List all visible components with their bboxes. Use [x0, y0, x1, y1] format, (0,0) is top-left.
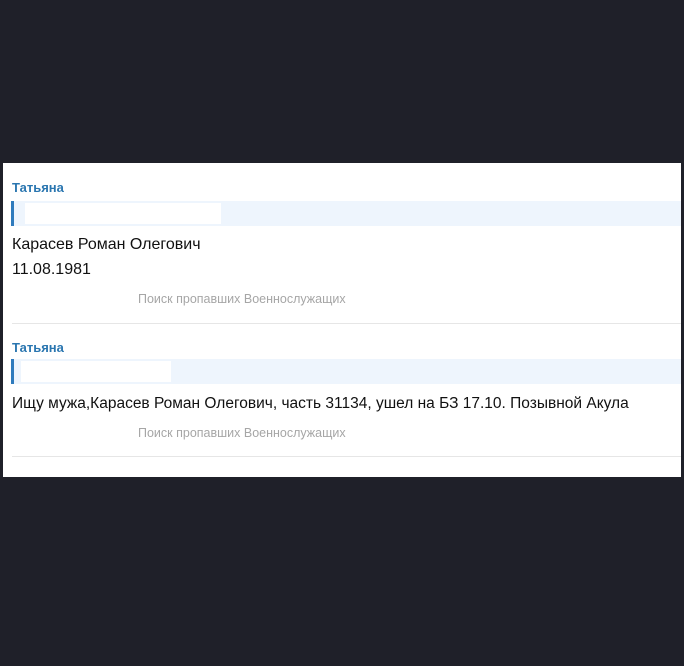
comment-text-line: Ищу мужа,Карасев Роман Олегович, часть 3…	[12, 395, 629, 412]
comment-item: Татьяна Карасев Роман Олегович 11.08.198…	[3, 163, 681, 324]
comment-author-link[interactable]: Татьяна	[12, 180, 64, 195]
comment-divider	[12, 456, 681, 457]
comment-item: Татьяна Ищу мужа,Карасев Роман Олегович,…	[3, 323, 681, 457]
comment-text-line: Карасев Роман Олегович	[12, 236, 201, 253]
comment-category-link[interactable]: Поиск пропавших Военнослужащих	[138, 426, 346, 440]
reply-quote-content	[25, 203, 221, 224]
reply-quote-block	[11, 359, 681, 384]
comment-author-link[interactable]: Татьяна	[12, 340, 64, 355]
comments-panel: Татьяна Карасев Роман Олегович 11.08.198…	[3, 163, 681, 477]
reply-quote-block	[11, 201, 681, 226]
reply-quote-content	[21, 361, 171, 382]
comment-text-line: 11.08.1981	[12, 261, 91, 278]
comment-category-link[interactable]: Поиск пропавших Военнослужащих	[138, 292, 346, 306]
